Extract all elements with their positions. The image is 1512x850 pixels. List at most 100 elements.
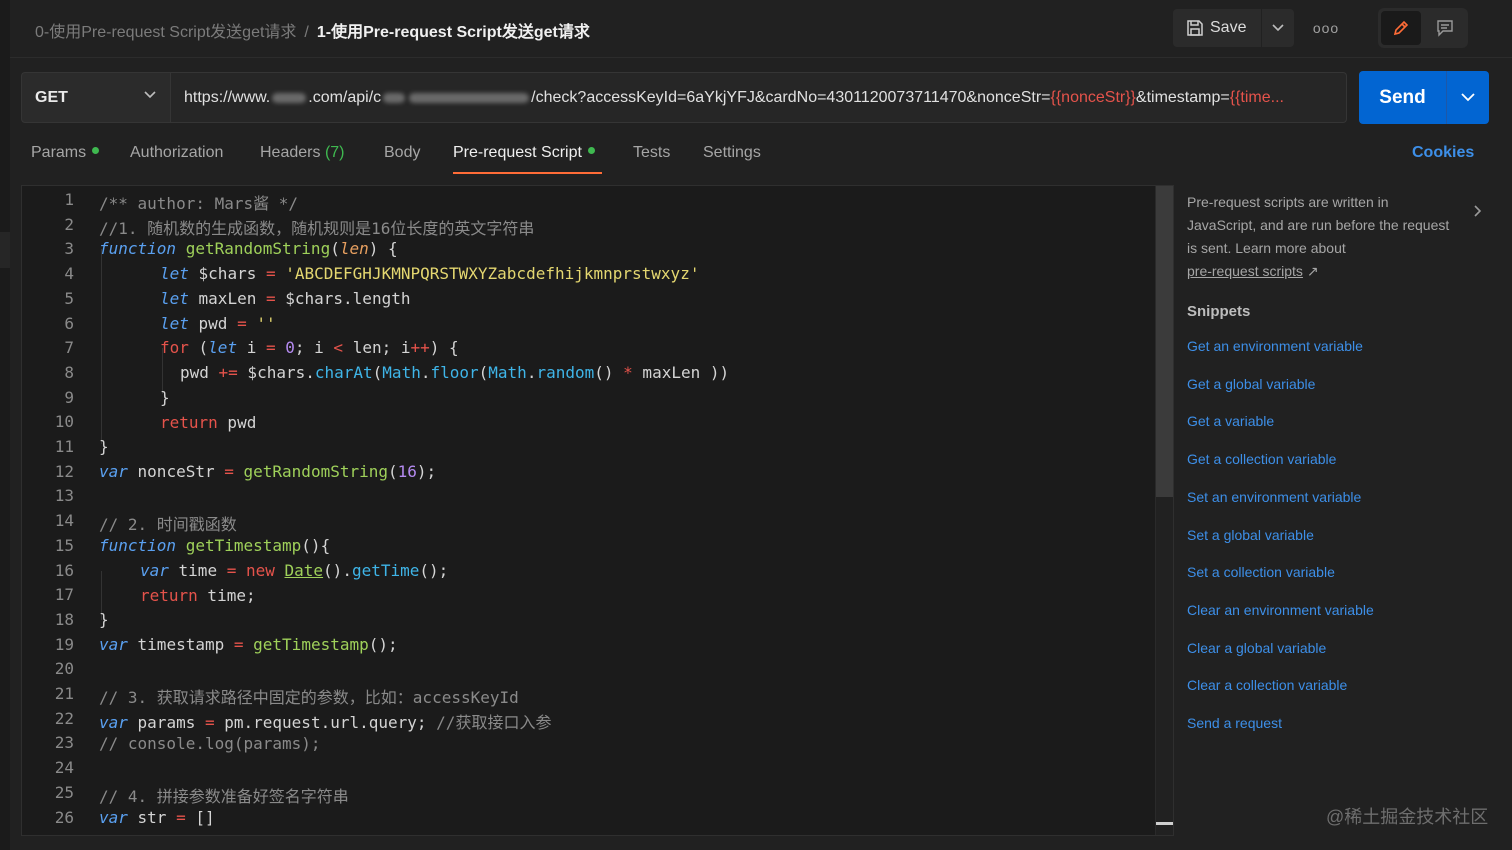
redacted-segment <box>409 92 530 103</box>
tab-headers-count: (7) <box>324 144 345 161</box>
code-line: /** author: Mars酱 */ <box>99 194 299 213</box>
line-number: 6 <box>64 313 74 333</box>
more-options-button[interactable]: ooo <box>1308 14 1344 42</box>
line-number: 18 <box>54 609 74 629</box>
code-line: function getRandomString(len) { <box>99 239 398 258</box>
send-options-button[interactable] <box>1447 93 1489 102</box>
snippet-link[interactable]: Send a request <box>1187 715 1282 731</box>
chevron-down-icon <box>144 91 156 99</box>
tab-params[interactable]: Params <box>31 144 100 162</box>
method-select[interactable]: GET <box>21 72 171 123</box>
snippet-link[interactable]: Get a collection variable <box>1187 451 1336 467</box>
line-number: 9 <box>64 387 74 407</box>
line-number: 3 <box>64 239 74 259</box>
snippets-description: Pre-request scripts are written in JavaS… <box>1187 191 1457 283</box>
code-line: } <box>99 437 109 456</box>
code-line: // console.log(params); <box>99 734 321 753</box>
send-button[interactable]: Send <box>1359 71 1489 124</box>
save-options-button[interactable] <box>1262 9 1294 47</box>
view-mode-toggle <box>1378 8 1468 48</box>
line-number: 14 <box>54 511 74 531</box>
url-segment-2: /check?accessKeyId=6aYkjYFJ&cardNo=43011… <box>531 88 1051 106</box>
code-line: var timestamp = getTimestamp(); <box>99 635 398 654</box>
chevron-down-icon <box>1461 93 1475 102</box>
line-number: 4 <box>64 264 74 284</box>
line-number: 8 <box>64 362 74 382</box>
code-line: let maxLen = $chars.length <box>160 289 411 308</box>
chevron-right-icon[interactable] <box>1472 204 1482 218</box>
left-edge-handle[interactable] <box>0 232 10 268</box>
line-number: 12 <box>54 461 74 481</box>
snippet-link[interactable]: Set a global variable <box>1187 527 1314 543</box>
snippet-link[interactable]: Clear a global variable <box>1187 640 1326 656</box>
tab-headers-label: Headers <box>260 144 321 161</box>
redacted-segment <box>383 92 406 103</box>
line-number: 26 <box>54 807 74 827</box>
tab-prerequest-label: Pre-request Script <box>453 144 582 161</box>
code-line: var nonceStr = getRandomString(16); <box>99 462 437 481</box>
pencil-icon <box>1393 20 1409 36</box>
comments-button[interactable] <box>1425 11 1465 45</box>
cookies-link[interactable]: Cookies <box>1412 144 1474 162</box>
line-number: 19 <box>54 634 74 654</box>
breadcrumb: 0-使用Pre-request Script发送get请求 / 1-使用Pre-re… <box>35 18 590 42</box>
tab-body[interactable]: Body <box>384 144 420 162</box>
save-label: Save <box>1210 19 1247 36</box>
line-number: 15 <box>54 535 74 555</box>
code-line: pwd += $chars.charAt(Math.floor(Math.ran… <box>180 363 730 382</box>
url-variable-noncestr[interactable]: {{nonceStr}} <box>1050 89 1135 107</box>
url-segment-1: .com/api/c <box>308 88 382 106</box>
line-number-gutter: 1 2 3 4 5 6 7 8 9 10 11 12 13 14 15 16 17 18 19 20 21 22 23 24 2… <box>22 186 84 835</box>
code-line: return pwd <box>160 413 257 432</box>
snippet-link[interactable]: Clear a collection variable <box>1187 677 1347 693</box>
active-tab-underline <box>453 172 602 174</box>
snippet-link[interactable]: Set a collection variable <box>1187 564 1335 580</box>
snippet-link[interactable]: Set an environment variable <box>1187 489 1361 505</box>
tab-indicator-dot <box>92 147 100 155</box>
line-number: 17 <box>54 585 74 605</box>
breadcrumb-parent[interactable]: 0-使用Pre-request Script发送get请求 <box>35 24 296 41</box>
line-number: 1 <box>64 190 74 209</box>
tab-settings[interactable]: Settings <box>703 144 761 162</box>
edit-mode-button[interactable] <box>1381 11 1421 45</box>
external-link-icon: ↗ <box>1306 263 1319 279</box>
code-line: function getTimestamp(){ <box>99 536 331 555</box>
line-number: 2 <box>64 214 74 234</box>
tab-prerequest-script[interactable]: Pre-request Script <box>453 144 595 162</box>
snippet-link[interactable]: Get a variable <box>1187 413 1274 429</box>
code-line: for (let i = 0; i < len; i++) { <box>160 338 459 357</box>
editor-scrollbar-thumb[interactable] <box>1156 186 1173 497</box>
line-number: 5 <box>64 288 74 308</box>
line-number: 16 <box>54 560 74 580</box>
snippet-link[interactable]: Clear an environment variable <box>1187 602 1374 618</box>
breadcrumb-current[interactable]: 1-使用Pre-request Script发送get请求 <box>317 24 590 41</box>
tab-authorization[interactable]: Authorization <box>130 144 223 162</box>
code-line: // 2. 时间戳函数 <box>99 515 237 534</box>
code-line: } <box>99 610 109 629</box>
line-number: 20 <box>54 659 74 679</box>
code-line: // 4. 拼接参数准备好签名字符串 <box>99 787 349 806</box>
code-line: let pwd = '' <box>160 314 276 333</box>
line-number: 23 <box>54 733 74 753</box>
url-input[interactable]: https://www. .com/api/c /check?accessKey… <box>171 72 1347 123</box>
snippet-link[interactable]: Get an environment variable <box>1187 338 1363 354</box>
line-number: 25 <box>54 782 74 802</box>
comment-icon <box>1437 20 1453 37</box>
code-line: var str = [] <box>99 808 215 827</box>
line-number: 24 <box>54 758 74 778</box>
snippet-link[interactable]: Get a global variable <box>1187 376 1315 392</box>
code-line: var params = pm.request.url.query; //获取接… <box>99 713 552 732</box>
redacted-segment <box>272 92 307 103</box>
method-value: GET <box>35 88 68 106</box>
line-number: 10 <box>54 412 74 432</box>
tab-headers[interactable]: Headers (7) <box>260 144 345 162</box>
tab-tests[interactable]: Tests <box>633 144 670 162</box>
url-variable-timestamp[interactable]: {{time... <box>1230 89 1284 107</box>
save-icon <box>1187 20 1203 36</box>
save-button[interactable]: Save <box>1173 9 1261 47</box>
code-line: //1. 随机数的生成函数，随机规则是16位长度的英文字符串 <box>99 219 535 238</box>
line-number: 11 <box>54 437 74 456</box>
description-text: Pre-request scripts are written in JavaS… <box>1187 194 1450 256</box>
prerequest-docs-link[interactable]: pre-request scripts <box>1187 263 1303 279</box>
script-editor[interactable]: 1 2 3 4 5 6 7 8 9 10 11 12 13 14 15 16 17 18 19 20 21 22 23 24 2… <box>21 185 1174 836</box>
